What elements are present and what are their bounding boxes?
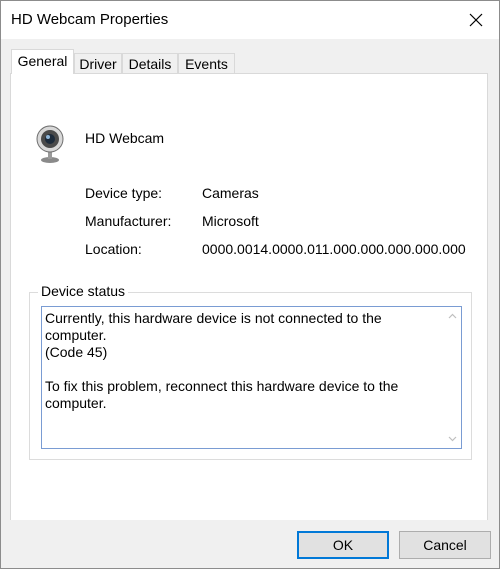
device-status-textbox[interactable]: Currently, this hardware device is not c… [41,306,462,449]
location-value: 0000.0014.0000.011.000.000.000.000.000 [202,241,466,257]
window-title: HD Webcam Properties [11,11,169,28]
device-status-group: Device status Currently, this hardware d… [29,283,472,460]
device-status-legend: Device status [38,283,129,299]
dialog-content: General Driver Details Events HD Webcam … [1,39,499,522]
scroll-down-arrow-icon[interactable] [448,436,457,442]
tab-events[interactable]: Events [178,53,235,73]
device-type-value: Cameras [202,185,259,201]
general-panel: HD Webcam Device type: Cameras Manufactu… [10,73,488,522]
tab-driver[interactable]: Driver [74,53,122,73]
tab-details[interactable]: Details [122,53,178,73]
ok-button[interactable]: OK [297,531,389,559]
status-scrollbar[interactable] [444,307,461,448]
properties-dialog: HD Webcam Properties General Driver Deta… [0,0,500,569]
manufacturer-value: Microsoft [202,213,259,229]
title-bar: HD Webcam Properties [1,1,499,39]
close-button[interactable] [453,1,499,39]
tab-general[interactable]: General [11,49,74,74]
dialog-footer: OK Cancel [1,520,499,568]
device-name: HD Webcam [85,130,165,146]
device-type-label: Device type: [85,185,163,201]
webcam-icon [36,125,64,163]
device-status-text: Currently, this hardware device is not c… [45,310,399,411]
cancel-button[interactable]: Cancel [399,531,491,559]
close-icon [469,13,483,27]
scroll-up-arrow-icon[interactable] [448,313,457,319]
location-label: Location: [85,241,142,257]
manufacturer-label: Manufacturer: [85,213,172,229]
